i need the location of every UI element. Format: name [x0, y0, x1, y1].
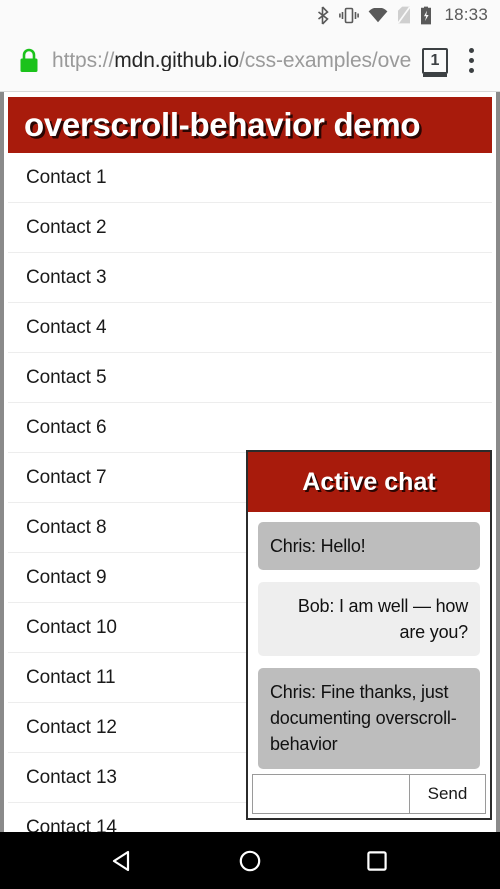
contact-label: Contact 3	[26, 266, 107, 288]
tab-counter-underline	[423, 74, 447, 77]
recents-button[interactable]	[347, 836, 407, 886]
tab-counter-button[interactable]: 1	[420, 45, 450, 77]
url-scheme: https://	[52, 50, 115, 71]
send-button[interactable]: Send	[410, 774, 486, 814]
contact-row[interactable]: Contact 2	[8, 203, 492, 253]
chat-message-bubble: Chris: Fine thanks, just documenting ove…	[258, 668, 480, 769]
lock-icon	[18, 48, 40, 74]
contact-label: Contact 9	[26, 566, 107, 588]
chat-message-bubble: Chris: Hello!	[258, 522, 480, 571]
back-button[interactable]	[93, 836, 153, 886]
contact-label: Contact 2	[26, 216, 107, 238]
page-title: overscroll-behavior demo	[24, 106, 421, 143]
vibrate-icon	[339, 6, 360, 25]
contact-label: Contact 13	[26, 766, 117, 788]
chat-input-row: Send	[248, 772, 490, 818]
contact-label: Contact 11	[26, 666, 116, 688]
contact-label: Contact 10	[26, 616, 117, 638]
phone-screen: 18:33 https://mdn.github.io/css-examples…	[0, 0, 500, 889]
page-header-banner: overscroll-behavior demo	[8, 97, 492, 153]
contact-label: Contact 6	[26, 416, 107, 438]
contact-label: Contact 4	[26, 316, 107, 338]
overflow-menu-icon[interactable]	[456, 44, 486, 78]
contact-label: Contact 14	[26, 816, 117, 833]
contact-row[interactable]: Contact 3	[8, 253, 492, 303]
contact-label: Contact 1	[26, 166, 107, 188]
bluetooth-icon	[316, 5, 330, 25]
chat-header: Active chat	[248, 452, 490, 512]
status-bar: 18:33	[0, 0, 500, 30]
url-host: mdn.github.io	[114, 50, 240, 71]
url-path: /css-examples/ove	[239, 50, 412, 71]
chat-title: Active chat	[302, 467, 436, 496]
status-time: 18:33	[444, 5, 488, 24]
contact-row[interactable]: Contact 4	[8, 303, 492, 353]
contact-label: Contact 8	[26, 516, 107, 538]
url-display[interactable]: https://mdn.github.io/css-examples/ove	[52, 50, 416, 71]
battery-charging-icon	[420, 6, 432, 25]
contact-label: Contact 12	[26, 716, 117, 738]
contact-row[interactable]: Contact 5	[8, 353, 492, 403]
contact-label: Contact 5	[26, 366, 107, 388]
menu-dot	[468, 68, 474, 73]
web-page-viewport[interactable]: overscroll-behavior demo Contact 1 Contac…	[0, 92, 500, 832]
home-button[interactable]	[220, 836, 280, 886]
menu-dot	[468, 48, 474, 53]
android-navigation-bar	[0, 832, 500, 889]
contact-row[interactable]: Contact 6	[8, 403, 492, 453]
contact-label: Contact 7	[26, 466, 107, 488]
chat-message-bubble: Bob: I am well — how are you?	[258, 582, 480, 657]
contact-row[interactable]: Contact 1	[8, 153, 492, 203]
menu-dot	[468, 58, 474, 63]
wifi-icon	[368, 6, 388, 25]
tab-count-label: 1	[422, 47, 448, 74]
browser-toolbar: https://mdn.github.io/css-examples/ove 1	[0, 30, 500, 92]
chat-message-list[interactable]: Chris: Hello! Bob: I am well — how are yo…	[248, 512, 490, 772]
no-sim-icon	[397, 6, 411, 25]
chat-message-input[interactable]	[252, 774, 410, 814]
active-chat-widget[interactable]: Active chat Chris: Hello! Bob: I am well …	[246, 450, 492, 820]
